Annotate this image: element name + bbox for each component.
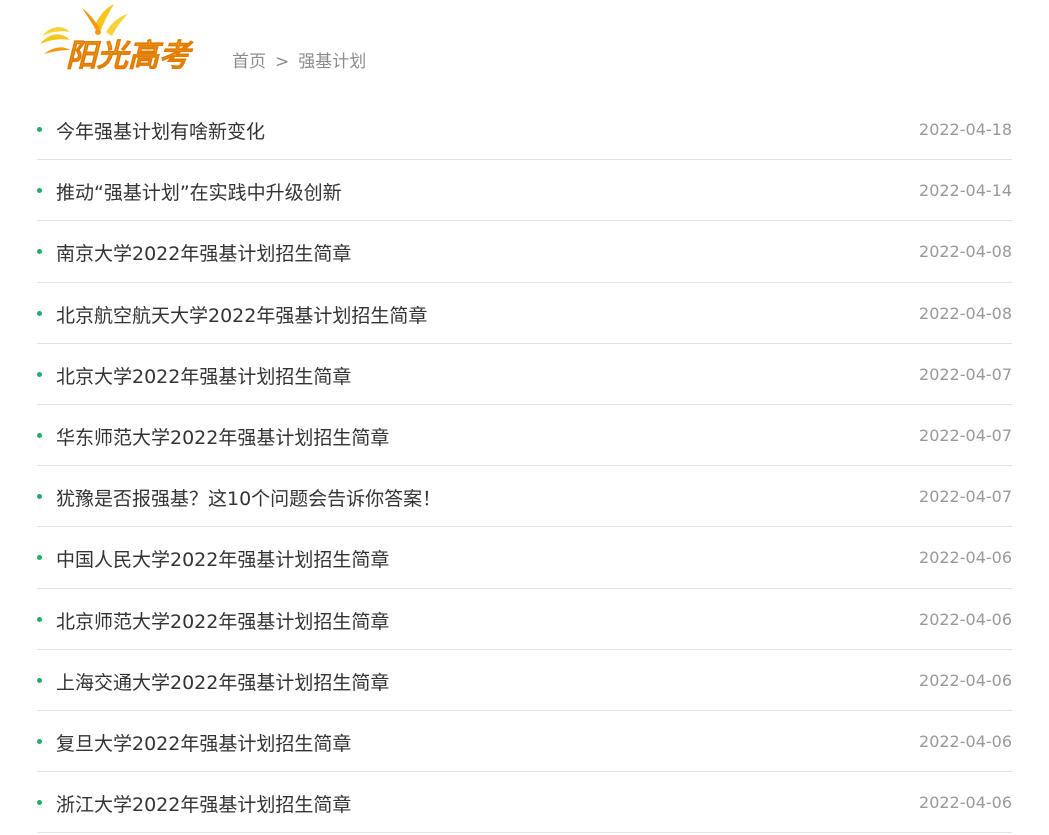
article-date: 2022-04-06 [919, 731, 1012, 751]
list-item[interactable]: 犹豫是否报强基？这10个问题会告诉你答案！ 2022-04-07 [37, 466, 1012, 528]
article-title-link[interactable]: 北京航空航天大学2022年强基计划招生简章 [56, 301, 427, 328]
bullet-dot-icon [37, 677, 42, 683]
article-title-link[interactable]: 北京师范大学2022年强基计划招生简章 [56, 607, 389, 634]
article-date: 2022-04-08 [919, 242, 1012, 262]
list-item[interactable]: 华东师范大学2022年强基计划招生简章 2022-04-07 [37, 405, 1012, 467]
list-item[interactable]: 今年强基计划有啥新变化 2022-04-18 [37, 99, 1012, 161]
bullet-dot-icon [37, 738, 42, 744]
breadcrumb: 首页 > 强基计划 [232, 47, 366, 72]
list-item[interactable]: 上海交通大学2022年强基计划招生简章 2022-04-06 [37, 650, 1012, 711]
site-logo[interactable]: 阳光高考 [36, 2, 216, 78]
breadcrumb-current[interactable]: 强基计划 [298, 52, 366, 72]
article-title-link[interactable]: 犹豫是否报强基？这10个问题会告诉你答案！ [56, 484, 441, 511]
sunshine-logo-icon: 阳光高考 [40, 4, 194, 74]
bullet-dot-icon [37, 371, 42, 377]
bullet-dot-icon [37, 800, 42, 806]
article-title-link[interactable]: 推动“强基计划”在实践中升级创新 [56, 178, 342, 205]
article-date: 2022-04-06 [919, 670, 1012, 690]
list-item[interactable]: 中国人民大学2022年强基计划招生简章 2022-04-06 [37, 527, 1012, 589]
bullet-dot-icon [37, 616, 42, 622]
list-item[interactable]: 推动“强基计划”在实践中升级创新 2022-04-14 [37, 160, 1012, 222]
article-title-link[interactable]: 北京大学2022年强基计划招生简章 [56, 362, 351, 389]
logo-text: 阳光高考 [66, 38, 194, 74]
article-date: 2022-04-07 [919, 364, 1012, 384]
article-title-link[interactable]: 中国人民大学2022年强基计划招生简章 [56, 545, 389, 572]
article-list: 今年强基计划有啥新变化 2022-04-18 推动“强基计划”在实践中升级创新 202… [37, 99, 1012, 834]
bullet-dot-icon [37, 188, 42, 194]
article-title-link[interactable]: 浙江大学2022年强基计划招生简章 [56, 790, 351, 817]
article-date: 2022-04-06 [919, 609, 1012, 629]
bullet-dot-icon [37, 310, 42, 316]
article-date: 2022-04-07 [919, 487, 1012, 507]
bullet-dot-icon [37, 432, 42, 438]
bullet-dot-icon [37, 127, 42, 132]
bullet-dot-icon [37, 555, 42, 561]
page-header: 阳光高考 首页 > 强基计划 [0, 0, 1049, 90]
article-title-link[interactable]: 今年强基计划有啥新变化 [56, 117, 265, 144]
breadcrumb-separator: > [275, 52, 290, 72]
article-date: 2022-04-08 [919, 303, 1012, 323]
bullet-dot-icon [37, 249, 42, 255]
article-date: 2022-04-06 [919, 548, 1012, 568]
article-title-link[interactable]: 南京大学2022年强基计划招生简章 [56, 239, 351, 266]
list-item[interactable]: 复旦大学2022年强基计划招生简章 2022-04-06 [37, 711, 1012, 773]
bullet-dot-icon [37, 494, 42, 500]
article-date: 2022-04-18 [919, 120, 1012, 139]
list-item[interactable]: 浙江大学2022年强基计划招生简章 2022-04-06 [37, 772, 1012, 834]
article-date: 2022-04-07 [919, 425, 1012, 445]
list-item[interactable]: 南京大学2022年强基计划招生简章 2022-04-08 [37, 221, 1012, 283]
list-item[interactable]: 北京大学2022年强基计划招生简章 2022-04-07 [37, 344, 1012, 405]
article-date: 2022-04-06 [919, 793, 1012, 813]
article-title-link[interactable]: 华东师范大学2022年强基计划招生简章 [56, 423, 389, 450]
list-item[interactable]: 北京师范大学2022年强基计划招生简章 2022-04-06 [37, 589, 1012, 650]
breadcrumb-home-link[interactable]: 首页 [232, 52, 266, 72]
list-item[interactable]: 北京航空航天大学2022年强基计划招生简章 2022-04-08 [37, 283, 1012, 344]
article-title-link[interactable]: 上海交通大学2022年强基计划招生简章 [56, 668, 389, 695]
article-date: 2022-04-14 [919, 181, 1012, 201]
article-title-link[interactable]: 复旦大学2022年强基计划招生简章 [56, 729, 351, 756]
